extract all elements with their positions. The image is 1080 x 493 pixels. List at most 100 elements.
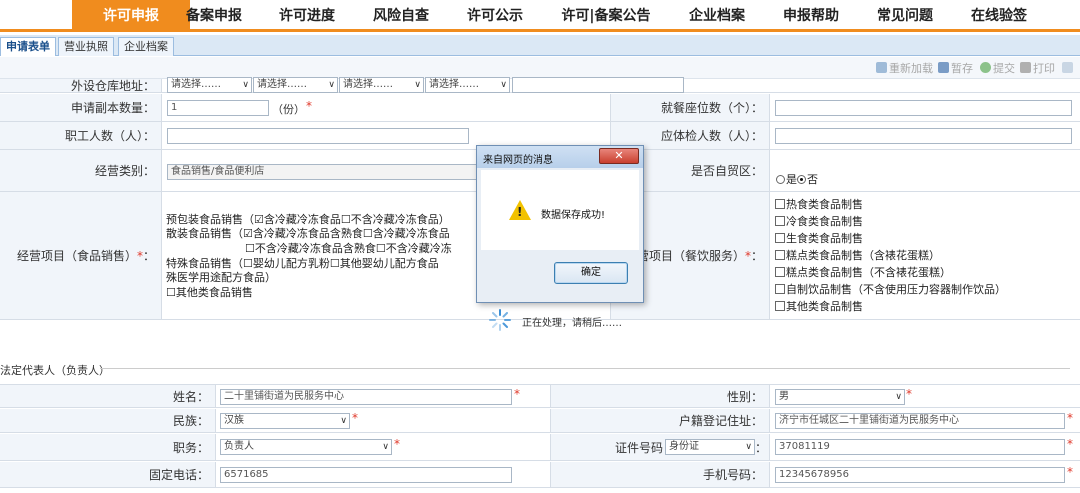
chevron-down-icon: ∨ [500, 80, 507, 90]
chevron-down-icon: ∨ [895, 392, 902, 402]
submit-button[interactable]: 提交 [980, 61, 1015, 76]
catering-item[interactable]: 生食类食品制售 [775, 232, 863, 245]
chevron-down-icon: ∨ [328, 80, 335, 90]
staff-input[interactable] [167, 128, 469, 144]
print-button[interactable]: 打印 [1020, 61, 1055, 76]
processing-text: 正在处理，请稍后…… [522, 318, 622, 329]
warehouse-district-select[interactable]: 请选择…… ∨ [339, 77, 424, 93]
warehouse-city-select[interactable]: 请选择…… ∨ [253, 77, 338, 93]
sales-line-4[interactable]: 特殊食品销售（☐婴幼儿配方乳粉☐其他婴幼儿配方食品 [166, 257, 439, 270]
checkbox[interactable] [775, 199, 785, 209]
staff-label: 职工人数（人）： [0, 122, 162, 149]
checkbox[interactable] [775, 284, 785, 294]
checkbox[interactable] [775, 250, 785, 260]
alert-dialog: 来自网页的消息 ✕ ! 数据保存成功! 确定 [476, 145, 644, 303]
dialog-title-bar: 来自网页的消息 ✕ [477, 146, 643, 168]
gender-label: 性别： [550, 385, 770, 407]
nav-enterprise-archive[interactable]: 企业档案 [685, 0, 749, 32]
draft-button[interactable]: 暂存 [938, 61, 973, 76]
reload-button[interactable]: 重新加载 [876, 61, 933, 76]
position-select[interactable]: 负责人 ∨ [220, 439, 392, 455]
toolbar: 重新加载 暂存 提交 打印 [0, 57, 1080, 79]
nav-record-apply[interactable]: 备案申报 [182, 0, 246, 32]
address-input[interactable]: 济宁市任城区二十里铺街道为民服务中心 [775, 413, 1065, 429]
name-input[interactable]: 二十里铺街道为民服务中心 [220, 389, 512, 405]
position-label: 职务： [0, 434, 216, 460]
legal-rep-section: 法定代表人（负责人） [0, 360, 1080, 378]
sales-line-2[interactable]: 散装食品销售（☑含冷藏冷冻食品含熟食☐含冷藏冷冻食品 [166, 227, 450, 240]
mobile-input[interactable]: 12345678956 [775, 467, 1065, 483]
warehouse-province-select[interactable]: 请选择…… ∨ [167, 77, 252, 93]
chevron-down-icon: ∨ [382, 442, 389, 452]
required-mark: * [352, 411, 358, 425]
checkbox[interactable] [775, 216, 785, 226]
warehouse-street-select[interactable]: 请选择…… ∨ [425, 77, 510, 93]
required-mark: * [1067, 437, 1073, 451]
ethnic-label: 民族： [0, 409, 216, 432]
row-ethnic: 民族： 汉族 ∨ * 户籍登记住址： 济宁市任城区二十里铺街道为民服务中心 * [0, 409, 1080, 433]
reload-icon [876, 62, 887, 73]
category-input: 食品销售/食品便利店 [167, 164, 477, 180]
checkbox[interactable] [775, 267, 785, 277]
seats-input[interactable] [775, 100, 1072, 116]
row-name: 姓名： 二十里铺街道为民服务中心 * 性别： 男 ∨ * [0, 384, 1080, 408]
ethnic-select[interactable]: 汉族 ∨ [220, 413, 350, 429]
nav-permit-publicity[interactable]: 许可公示 [463, 0, 527, 32]
tab-application-form[interactable]: 申请表单 [0, 37, 56, 56]
id-number-input[interactable]: 37081119 [775, 439, 1065, 455]
tab-enterprise-archive[interactable]: 企业档案 [118, 37, 174, 56]
save-icon [938, 62, 949, 73]
nav-permit-progress[interactable]: 许可进度 [275, 0, 339, 32]
check-icon [980, 62, 991, 73]
catering-item[interactable]: 其他类食品制售 [775, 300, 863, 313]
checkbox[interactable] [775, 233, 785, 243]
nav-online-verify[interactable]: 在线验签 [967, 0, 1031, 32]
checkbox[interactable] [775, 301, 785, 311]
gender-select[interactable]: 男 ∨ [775, 389, 905, 405]
row-position: 职务： 负责人 ∨ * 证件号码 身份证 ∨： 37081119 * [0, 434, 1080, 461]
catering-item[interactable]: 糕点类食品制售（不含裱花蛋糕） [775, 266, 951, 279]
catering-item[interactable]: 冷食类食品制售 [775, 215, 863, 228]
nav-faq[interactable]: 常见问题 [873, 0, 937, 32]
id-type-select[interactable]: 身份证 ∨ [664, 439, 755, 455]
required-mark: * [1067, 411, 1073, 425]
nav-risk-check[interactable]: 风险自查 [369, 0, 433, 32]
nav-permit-apply[interactable]: 许可申报 [72, 0, 190, 32]
sales-line-3[interactable]: ☐不含冷藏冷冻食品含熟食☐不含冷藏冷冻 [245, 242, 452, 255]
row-phone: 固定电话： 6571685 手机号码： 12345678956 * [0, 462, 1080, 488]
sales-line-1[interactable]: 预包装食品销售（☑含冷藏冷冻食品☐不含冷藏冷冻食品） [166, 213, 450, 226]
id-type-cell: 证件号码 身份证 ∨： [550, 434, 770, 460]
catering-item[interactable]: 自制饮品制售（不含使用压力容器制作饮品） [775, 283, 1006, 296]
sub-tabs: 申请表单 营业执照 企业档案 [0, 35, 1080, 56]
ftz-no-radio[interactable] [797, 175, 806, 184]
catering-item[interactable]: 热食类食品制售 [775, 198, 863, 211]
sales-line-6[interactable]: ☐其他类食品销售 [166, 286, 253, 299]
printer-icon [1020, 62, 1031, 73]
phone-input[interactable]: 6571685 [220, 467, 512, 483]
ftz-yes-radio[interactable] [776, 175, 785, 184]
dialog-message: 数据保存成功! [541, 210, 606, 221]
processing-indicator: 正在处理，请稍后…… [486, 306, 626, 334]
spinner-icon [489, 309, 511, 331]
copies-label: 申请副本数量： [0, 94, 162, 121]
address-label: 户籍登记住址： [550, 409, 770, 432]
nav-announcement[interactable]: 许可|备案公告 [559, 0, 653, 32]
more-button[interactable] [1062, 61, 1075, 76]
catering-item[interactable]: 糕点类食品制售（含裱花蛋糕） [775, 249, 940, 262]
exam-input[interactable] [775, 128, 1072, 144]
chevron-down-icon: ∨ [340, 416, 347, 426]
required-mark: * [906, 387, 912, 401]
close-button[interactable]: ✕ [599, 148, 639, 164]
tab-business-license[interactable]: 营业执照 [58, 37, 114, 56]
chevron-down-icon: ∨ [745, 442, 752, 452]
ok-button[interactable]: 确定 [554, 262, 628, 284]
sales-line-5: 殊医学用途配方食品） [166, 271, 276, 284]
warning-icon-mark: ! [517, 205, 523, 219]
nav-help[interactable]: 申报帮助 [779, 0, 843, 32]
ftz-radio-group: 是否 [776, 173, 818, 186]
warehouse-detail-input[interactable] [512, 77, 684, 93]
required-mark: * [514, 387, 520, 401]
copies-input[interactable]: 1 [167, 100, 269, 116]
top-nav: 许可申报 备案申报 许可进度 风险自查 许可公示 许可|备案公告 企业档案 申报… [0, 0, 1080, 32]
copies-unit: （份） [272, 103, 305, 116]
